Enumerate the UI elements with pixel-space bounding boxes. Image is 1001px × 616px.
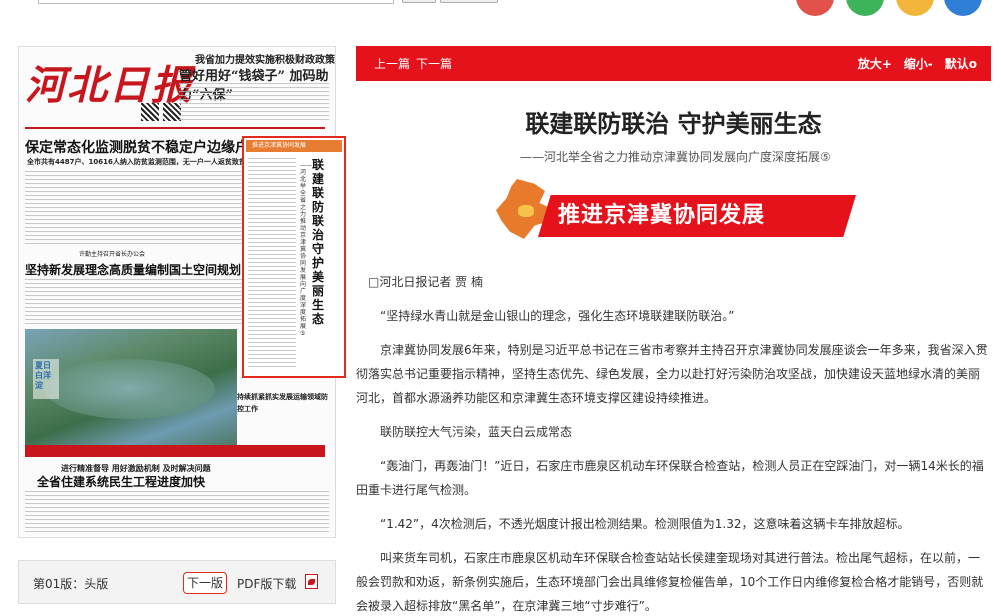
zoom-in-button[interactable]: 放大+ xyxy=(858,57,892,71)
column-logo: 推进京津冀协同发展 xyxy=(496,175,856,243)
article-paragraph: 叫来货车司机，石家庄市鹿泉区机动车环保联合检查站站长侯建奎现场对其进行普法。检出… xyxy=(356,551,984,613)
article-paragraph: “轰油门，再轰油门！”近日，石家庄市鹿泉区机动车环保联合检查站，检测人员正在空踩… xyxy=(356,459,984,497)
article-paragraph: 联防联控大气污染，蓝天白云成常态 xyxy=(380,425,573,439)
paper-side-headline[interactable]: 持续抓紧抓实发展运输领域防控工作 xyxy=(237,391,333,415)
article-paragraph: “坚持绿水青山就是金山银山的理念，强化生态环境联建联防联治。” xyxy=(380,309,735,323)
paper-headline-bottom[interactable]: 全省住建系统民生工程进度加快 xyxy=(37,473,205,490)
article-title: 联建联防联治 守护美丽生态 xyxy=(525,110,822,138)
paper-headline-main[interactable]: 保定常态化监测脱贫不稳定户边缘户 xyxy=(25,137,249,157)
paper-red-banner xyxy=(25,445,325,457)
zoom-out-button[interactable]: 缩小- xyxy=(904,57,933,71)
pdf-download-link[interactable]: PDF版下载 xyxy=(237,575,296,592)
paper-text-block xyxy=(25,279,243,325)
top-search-strip xyxy=(0,0,1001,16)
share-wechat-icon[interactable] xyxy=(846,0,884,16)
paper-headline-mid-small: 许勤主持召开省长办公会 xyxy=(79,251,146,258)
article-subtitle: ——河北举全省之力推动京津冀协同发展向广度深度拓展⑤ xyxy=(520,150,831,164)
qr-code-icon xyxy=(141,103,159,121)
article-nav: 上一篇 下一篇 xyxy=(374,55,458,72)
next-page-button[interactable]: 下一版 xyxy=(183,572,228,594)
article-byline: □河北日报记者 贾 楠 xyxy=(368,275,483,289)
search-button[interactable] xyxy=(402,0,436,3)
column-logo-text: 推进京津冀协同发展 xyxy=(538,195,856,237)
highlight-vertical-subtitle: ——河北举全省之力推动京津冀协同发展向广度深度拓展⑤ xyxy=(300,162,312,337)
paper-headline-main-sub: 全市共有4487户、10616人纳入防贫监测范围，无一户一人返贫致贫 xyxy=(27,158,246,166)
pdf-icon[interactable] xyxy=(305,574,318,589)
share-weibo-icon[interactable] xyxy=(796,0,834,16)
highlight-tag: 推进京津冀协同发展 xyxy=(246,140,342,152)
share-more-icon[interactable] xyxy=(944,0,982,16)
paper-headline-mid[interactable]: 坚持新发展理念高质量编制国土空间规划 xyxy=(25,261,241,278)
paper-text-block xyxy=(25,491,329,535)
prev-article-link[interactable]: 上一篇 xyxy=(374,57,410,71)
paper-text-block xyxy=(248,158,296,370)
next-article-link[interactable]: 下一篇 xyxy=(416,57,452,71)
highlight-vertical-title: 联建联防联治 守护美丽生态 xyxy=(312,158,325,326)
paper-divider xyxy=(25,127,325,129)
article-body: □河北日报记者 贾 楠 “坚持绿水青山就是金山银山的理念，强化生态环境联建联防联… xyxy=(356,270,991,616)
advanced-search-button[interactable] xyxy=(440,0,498,3)
share-qzone-icon[interactable] xyxy=(896,0,934,16)
paper-photo-caption: 夏日白洋淀 xyxy=(33,359,59,399)
paper-headline-top-small[interactable]: 我省加力提效实施积极财政政策 xyxy=(195,51,335,66)
current-page-label: 第01版：头版 xyxy=(33,577,109,591)
page-navigation: 第01版：头版 下一版 PDF版下载 xyxy=(18,560,336,604)
highlighted-article-area[interactable]: 推进京津冀协同发展 联建联防联治 守护美丽生态 ——河北举全省之力推动京津冀协同… xyxy=(242,136,346,378)
article-paragraph: 京津冀协同发展6年来，特别是习近平总书记在三省市考察并主持召开京津冀协同发展座谈… xyxy=(356,343,988,405)
default-size-button[interactable]: 默认o xyxy=(945,57,977,71)
article-paragraph: “1.42”，4次检测后，不透光烟度计报出检测结果。检测限值为1.32，这意味着… xyxy=(380,517,910,531)
search-input[interactable] xyxy=(38,0,394,4)
paper-text-block xyxy=(25,171,243,245)
paper-text-block xyxy=(179,83,329,123)
article-toolbar: 上一篇 下一篇 放大+ 缩小- 默认o xyxy=(356,46,991,81)
font-size-tools: 放大+ 缩小- 默认o xyxy=(846,55,977,72)
